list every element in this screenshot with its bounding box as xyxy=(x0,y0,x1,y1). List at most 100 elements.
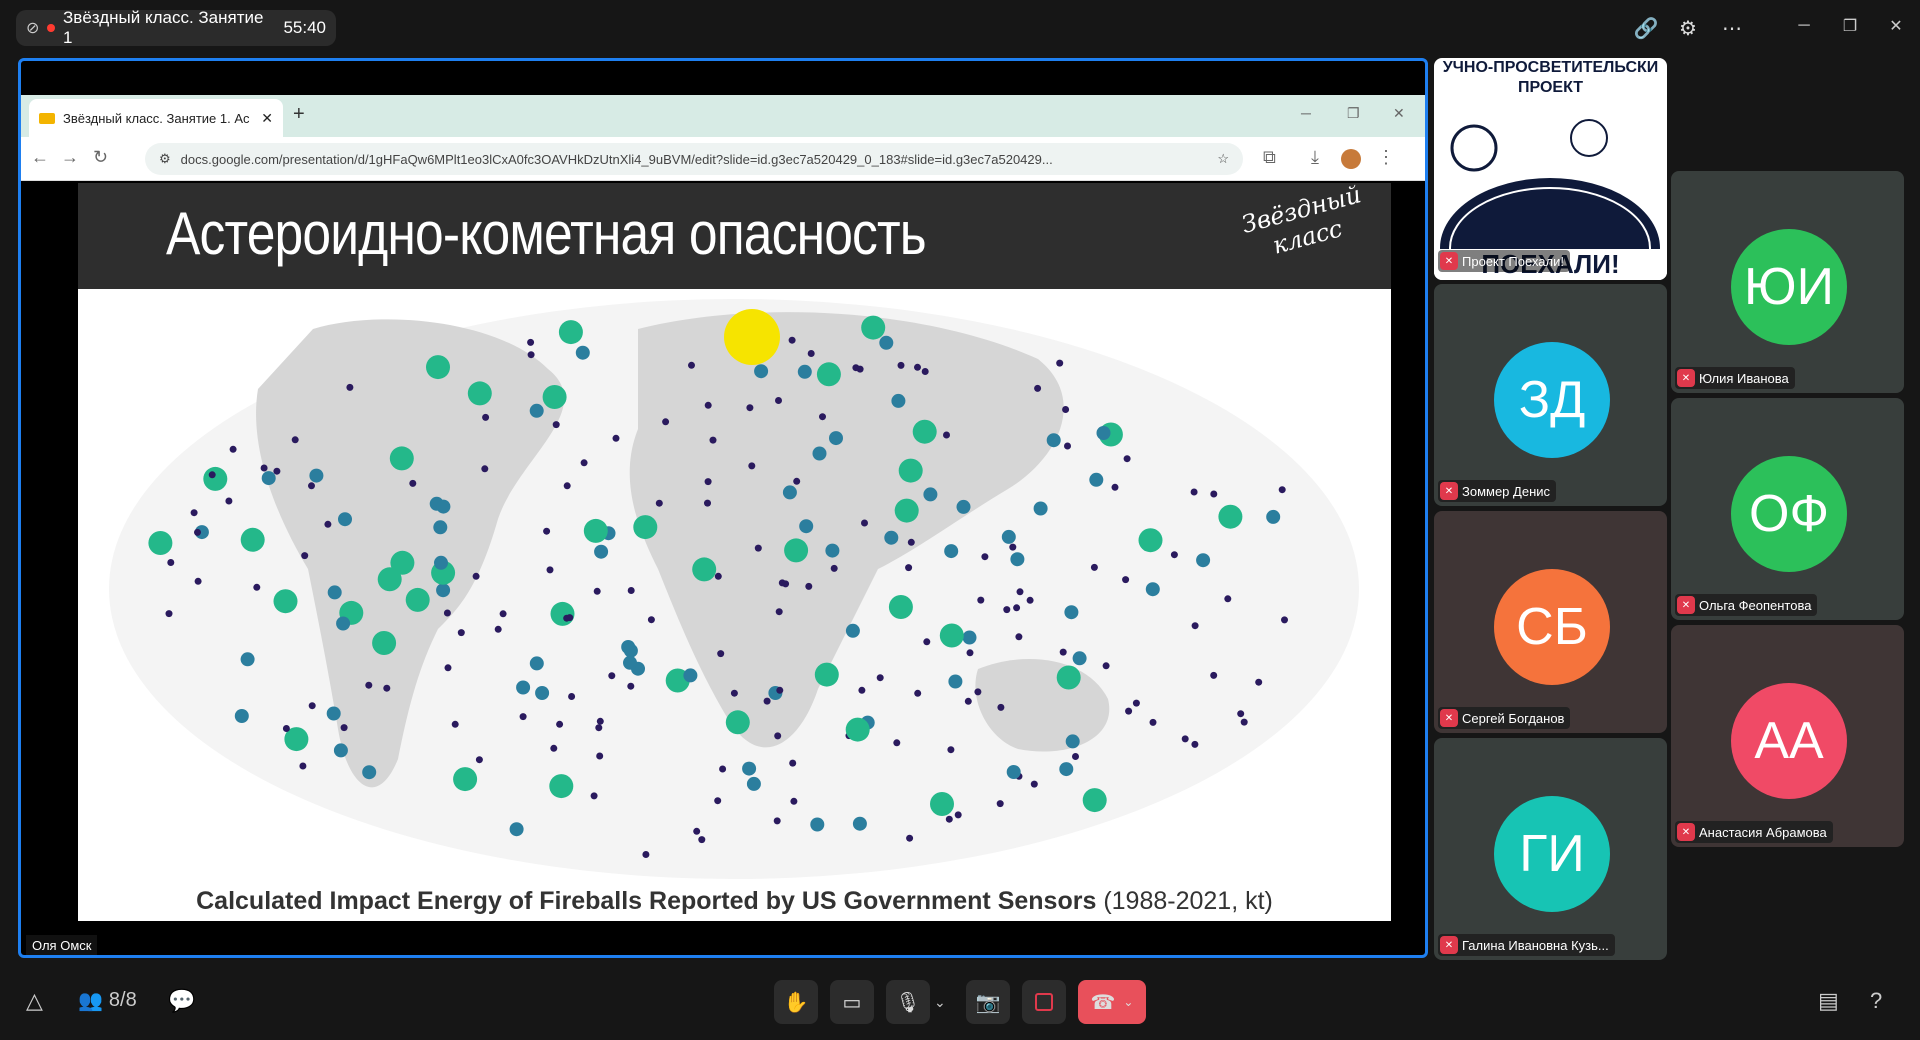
fireball-dot xyxy=(947,746,955,754)
fireball-dot xyxy=(338,512,352,527)
shared-screen[interactable]: Звёздный класс. Занятие 1. Ас ✕ + ─ ❐ ✕ … xyxy=(18,58,1428,958)
raise-hand-button[interactable]: ✋ xyxy=(774,980,818,1024)
participant-avatar: ЮИ xyxy=(1731,229,1847,345)
extensions-icon[interactable]: ⧉ xyxy=(1263,147,1276,168)
fireball-dot xyxy=(627,682,635,690)
settings-gear-icon[interactable]: ⚙ xyxy=(1674,14,1702,42)
fireball-dot xyxy=(1102,662,1110,670)
apps-shapes-icon[interactable]: △ xyxy=(26,988,43,1014)
fireball-dot xyxy=(894,498,919,523)
fireball-dot xyxy=(542,385,567,409)
reload-icon[interactable]: ↻ xyxy=(93,147,108,168)
microphone-button[interactable]: 🎙 xyxy=(886,980,930,1024)
participant-tile[interactable]: ОФ ✕ Ольга Феопентова xyxy=(1671,398,1904,620)
participant-tile[interactable]: ЮИ ✕ Юлия Иванова xyxy=(1671,171,1904,393)
fireball-dot xyxy=(944,544,959,559)
browser-tab-title: Звёздный класс. Занятие 1. Ас xyxy=(63,110,250,126)
url-field[interactable]: ⚙ docs.google.com/presentation/d/1gHFaQw… xyxy=(145,143,1243,175)
fireball-dot xyxy=(552,421,560,429)
fireball-dot xyxy=(273,589,298,614)
fireball-dot xyxy=(1059,762,1074,777)
participants-button[interactable]: 👥 8/8 xyxy=(78,988,137,1013)
close-window-icon[interactable]: ✕ xyxy=(1884,14,1908,38)
fireball-dot xyxy=(714,797,722,805)
help-icon[interactable]: ? xyxy=(1870,988,1882,1014)
browser-menu-icon[interactable]: ⋮ xyxy=(1377,147,1395,168)
chat-icon[interactable]: 💬 xyxy=(168,988,195,1014)
participant-tile[interactable]: СБ ✕ Сергей Богданов xyxy=(1434,511,1667,733)
slide-header: Астероидно-кометная опасность Звёздный кл… xyxy=(78,183,1391,289)
fireball-dot xyxy=(299,762,307,770)
fireball-dot xyxy=(409,479,417,487)
browser-close-icon[interactable]: ✕ xyxy=(1393,105,1405,122)
fireball-dot xyxy=(566,614,574,622)
fireball-dot xyxy=(714,572,722,580)
participant-label: ✕ Ольга Феопентова xyxy=(1675,594,1818,616)
profile-avatar[interactable] xyxy=(1341,149,1361,169)
browser-minimize-icon[interactable]: ─ xyxy=(1301,105,1311,121)
fireball-dot xyxy=(879,335,894,350)
fireball-dot xyxy=(717,650,725,658)
fireball-dot xyxy=(327,585,342,600)
minimize-window-icon[interactable]: ─ xyxy=(1792,14,1816,38)
fireball-dot xyxy=(451,720,459,728)
new-tab-icon[interactable]: + xyxy=(293,103,305,126)
fireball-dot xyxy=(704,401,712,409)
fireball-dot xyxy=(282,725,290,732)
participant-label: ✕ Анастасия Абрамова xyxy=(1675,821,1833,843)
fireball-dot xyxy=(194,528,201,536)
back-arrow-icon[interactable]: ← xyxy=(31,147,49,168)
fireball-dot xyxy=(1255,678,1263,686)
mic-options-chevron-icon[interactable]: ⌄ xyxy=(934,994,946,1011)
fireball-dot xyxy=(260,464,268,472)
site-info-icon[interactable]: ⚙ xyxy=(159,151,171,167)
fireball-dot xyxy=(1089,472,1104,487)
bookmark-star-icon[interactable]: ☆ xyxy=(1217,151,1229,167)
screen-share-button[interactable]: ▭ xyxy=(830,980,874,1024)
fireball-dot xyxy=(535,686,550,700)
browser-tab[interactable]: Звёздный класс. Занятие 1. Ас ✕ xyxy=(29,99,283,137)
fireball-dot xyxy=(1111,483,1119,491)
meeting-info-pill[interactable]: ⊘ Звёздный класс. Занятие 1 55:40 xyxy=(16,8,336,47)
fireball-dot xyxy=(784,538,809,563)
participant-tile-project[interactable]: УЧНО-ПРОСВЕТИТЕЛЬСКИ ПРОЕКТ ПОЕХАЛИ! ✕ П… xyxy=(1434,58,1667,280)
fireball-dot xyxy=(1003,606,1011,614)
fireball-dot xyxy=(861,519,868,527)
fireball-dot xyxy=(698,836,706,844)
fireball-dot xyxy=(494,625,502,633)
link-icon[interactable]: 🔗 xyxy=(1632,14,1660,42)
mic-off-icon: 🎙 xyxy=(895,991,921,1014)
fireball-dot xyxy=(876,674,884,682)
close-tab-icon[interactable]: ✕ xyxy=(261,110,273,127)
record-button[interactable] xyxy=(1022,980,1066,1024)
fireball-dot xyxy=(884,530,899,545)
participants-count: 8/8 xyxy=(108,989,137,1011)
fireball-dot xyxy=(234,709,249,723)
fireball-dot xyxy=(1009,543,1017,551)
download-icon[interactable]: ⤓ xyxy=(1311,147,1319,168)
fireball-dot xyxy=(730,689,738,697)
leave-call-button[interactable]: ☎ ⌄ xyxy=(1078,980,1146,1024)
layout-toggle-icon[interactable]: ▤ xyxy=(1818,988,1839,1014)
fireball-dot xyxy=(858,686,866,694)
presenter-name-badge: Оля Омск xyxy=(26,935,98,955)
fireball-dot xyxy=(825,543,840,558)
participant-tile[interactable]: ЗД ✕ Зоммер Денис xyxy=(1434,284,1667,506)
fireball-dot xyxy=(499,610,507,618)
participant-tile[interactable]: ГИ ✕ Галина Ивановна Кузь... xyxy=(1434,738,1667,960)
restore-window-icon[interactable]: ❐ xyxy=(1838,14,1862,38)
more-options-icon[interactable]: ⋯ xyxy=(1718,14,1746,42)
fireball-dot xyxy=(467,381,492,406)
participant-tile[interactable]: АА ✕ Анастасия Абрамова xyxy=(1671,625,1904,847)
forward-arrow-icon[interactable]: → xyxy=(61,147,79,168)
fireball-dot xyxy=(475,756,483,764)
leave-options-chevron-icon: ⌄ xyxy=(1123,995,1134,1009)
fireball-dot xyxy=(627,587,635,594)
camera-button[interactable]: 📷 xyxy=(966,980,1010,1024)
participant-name: Зоммер Денис xyxy=(1462,483,1551,499)
fireball-dot xyxy=(527,338,535,346)
fireball-dot xyxy=(790,797,798,805)
participant-name: Ольга Феопентова xyxy=(1699,597,1812,613)
browser-restore-icon[interactable]: ❐ xyxy=(1347,105,1360,122)
fireball-dot xyxy=(1016,588,1024,596)
